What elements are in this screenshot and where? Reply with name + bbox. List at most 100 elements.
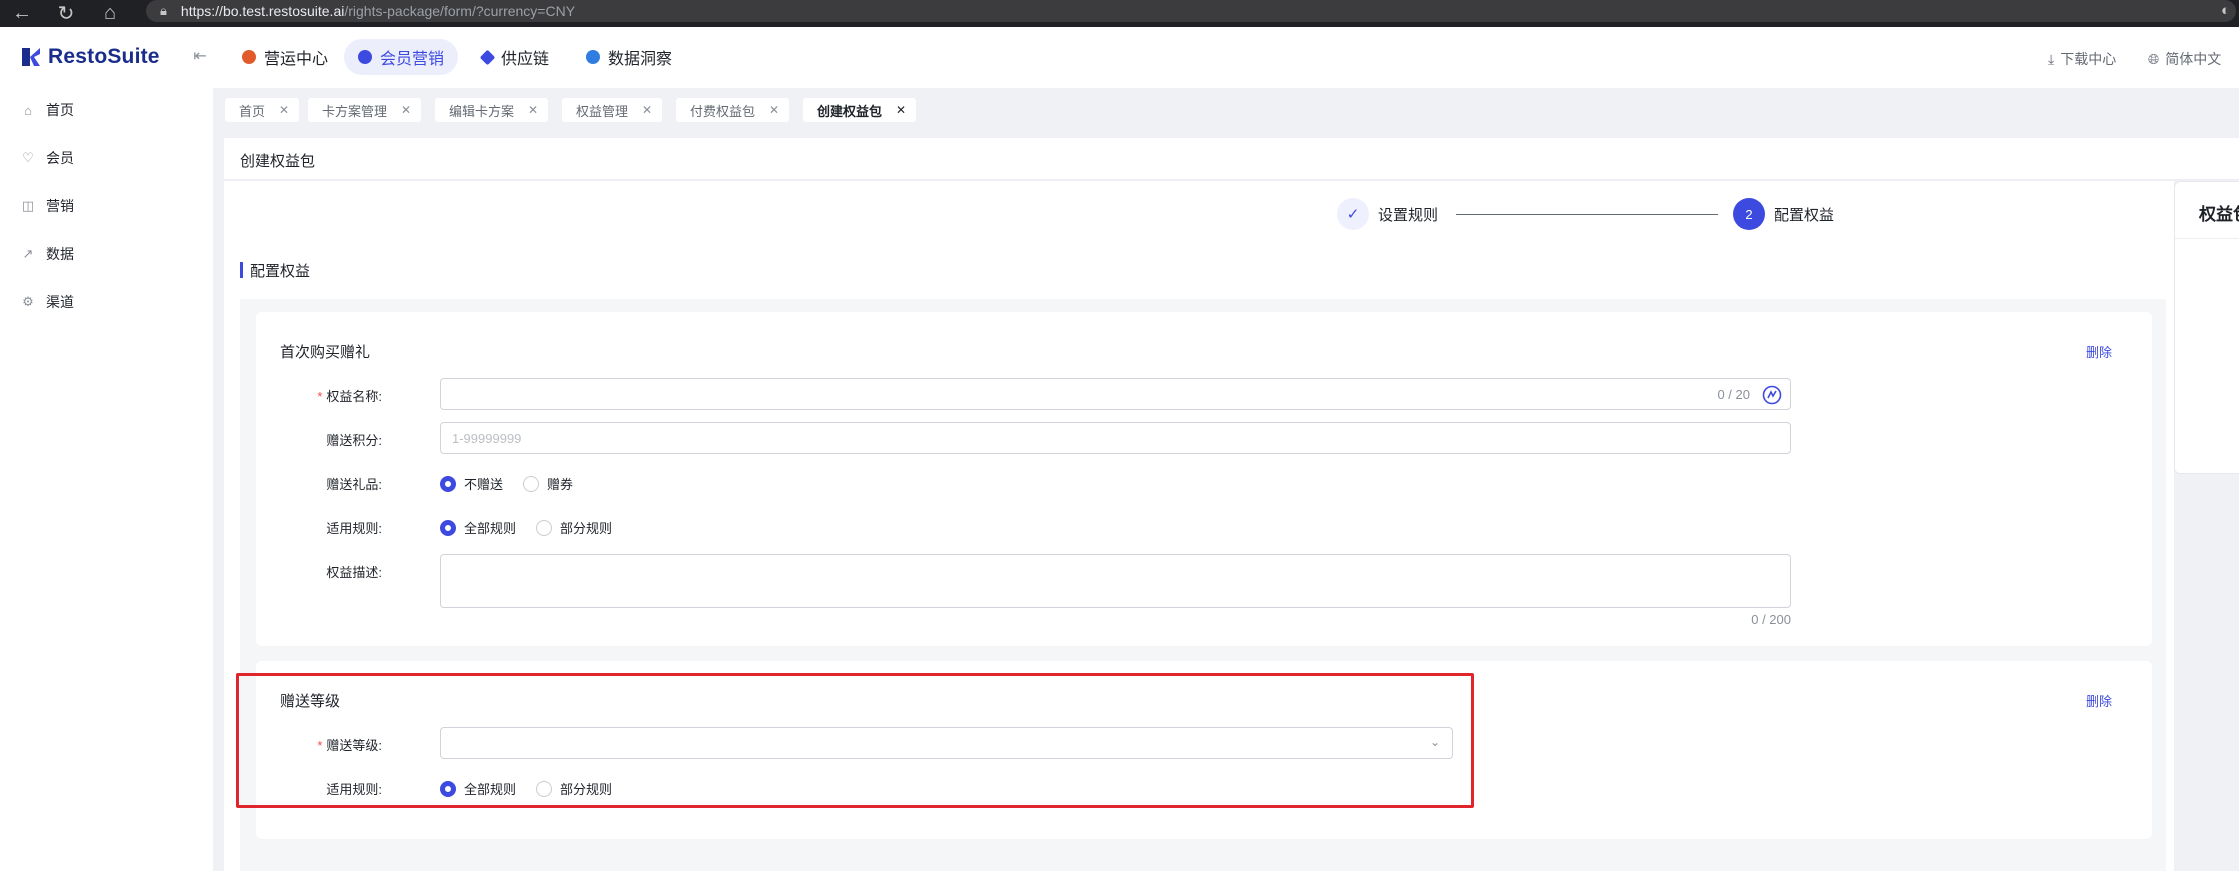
logo[interactable]: RestoSuite — [20, 45, 160, 69]
tab-label: 付费权益包 — [690, 103, 756, 119]
tab-card-plan-management[interactable]: 卡方案管理 ✕ — [308, 98, 422, 122]
sidebar-item-home[interactable]: ⌂ 首页 — [20, 98, 74, 122]
delete-button[interactable]: 删除 — [2086, 691, 2112, 710]
stepper: ✓ 设置规则 2 配置权益 — [1337, 197, 1834, 231]
rule-label: 适用规则: — [326, 782, 382, 797]
chart-icon: ↗ — [22, 246, 34, 261]
rights-name-input[interactable]: 0 / 20 — [440, 378, 1791, 410]
module-member-marketing[interactable]: 会员营销 — [344, 39, 459, 75]
address-bar[interactable]: 🔒︎ https://bo.test.restosuite.ai/rights-… — [146, 0, 2236, 22]
edge-icon[interactable]: ◐ — [2221, 2, 2230, 19]
tab-rights-management[interactable]: 权益管理 ✕ — [562, 98, 663, 122]
radio-unchecked-icon — [536, 780, 553, 797]
radio-unchecked-icon — [536, 519, 553, 536]
data-insight-icon — [586, 50, 600, 64]
main-content: ✓ 设置规则 2 配置权益 配置权益 首次购买赠礼 删除 * 权益名称: 0 / … — [224, 181, 2174, 871]
delete-button[interactable]: 删除 — [2086, 342, 2112, 361]
logo-text: RestoSuite — [48, 45, 160, 68]
rights-card-first-purchase: 首次购买赠礼 删除 * 权益名称: 0 / 20 赠送积分: 1-99999999 — [256, 312, 2152, 646]
sidebar-item-label: 数据 — [46, 246, 74, 262]
module-operations[interactable]: 营运中心 — [228, 39, 342, 75]
sidebar-item-marketing[interactable]: ◫ 营销 — [20, 194, 74, 218]
sidebar-item-label: 首页 — [46, 102, 74, 118]
channel-icon: ⚙︎ — [22, 294, 34, 309]
radio-partial-rules[interactable]: 部分规则 — [536, 518, 612, 537]
tab-edit-card-plan[interactable]: 编辑卡方案 ✕ — [435, 98, 549, 122]
description-textarea[interactable] — [440, 554, 1791, 608]
menu-collapse-icon[interactable]: ⇤ — [191, 48, 209, 66]
check-icon: ✓ — [1337, 198, 1369, 230]
marketing-icon: ◫ — [21, 198, 35, 213]
sidebar-item-label: 营销 — [46, 198, 74, 214]
logo-mark-icon — [22, 48, 40, 66]
module-data-insight[interactable]: 数据洞察 — [572, 39, 686, 75]
download-center-link[interactable]: ⤓ 下载中心 — [2048, 49, 2116, 69]
radio-partial-rules[interactable]: 部分规则 — [536, 779, 612, 798]
form-row-description: 权益描述: 0 / 200 — [256, 554, 2156, 634]
language-switch[interactable]: 🌐︎ 简体中文 — [2148, 49, 2221, 69]
tab-label: 编辑卡方案 — [449, 103, 515, 119]
form-row-points: 赠送积分: 1-99999999 — [256, 422, 2156, 454]
close-icon[interactable]: ✕ — [896, 103, 906, 117]
close-icon[interactable]: ✕ — [279, 103, 289, 117]
radio-all-rules[interactable]: 全部规则 — [440, 518, 516, 537]
panel-title: 权益包 — [2199, 205, 2239, 224]
page-tabs: 首页 ✕ 卡方案管理 ✕ 编辑卡方案 ✕ 权益管理 ✕ 付费权益包 ✕ 创建权益包 ✕ — [213, 88, 2239, 130]
points-input[interactable]: 1-99999999 — [440, 422, 1791, 454]
supply-chain-icon — [479, 49, 496, 65]
top-navigation: RestoSuite ⇤ 营运中心 会员营销 供应链 数据洞察 ⤓ 下载中心 🌐… — [0, 27, 2239, 88]
lock-icon: 🔒︎ — [160, 3, 167, 18]
form-row-gift: 赠送礼品: 不赠送 赠券 — [256, 466, 2156, 498]
back-arrow-icon[interactable]: ← — [0, 0, 44, 27]
card-title: 赠送等级 — [280, 693, 341, 710]
tab-label: 创建权益包 — [817, 103, 883, 119]
step-connector — [1456, 213, 1719, 215]
gift-radio-group: 不赠送 赠券 — [440, 474, 593, 493]
tab-paid-rights-package[interactable]: 付费权益包 ✕ — [676, 98, 790, 122]
close-icon[interactable]: ✕ — [769, 103, 779, 117]
close-icon[interactable]: ✕ — [401, 103, 411, 117]
radio-label: 全部规则 — [464, 521, 517, 536]
app-root: { "browser": { "url_host": "https://bo.t… — [0, 0, 2239, 871]
rights-name-label: * 权益名称: — [317, 386, 382, 405]
radio-no-gift[interactable]: 不赠送 — [440, 474, 503, 493]
home-icon[interactable]: ⌂ — [88, 0, 132, 27]
close-icon[interactable]: ✕ — [528, 103, 538, 117]
tab-create-rights-package[interactable]: 创建权益包 ✕ — [803, 98, 917, 122]
sidebar-item-channel[interactable]: ⚙︎ 渠道 — [20, 290, 74, 314]
ai-assist-icon[interactable] — [1762, 385, 1782, 405]
home-icon: ⌂ — [24, 102, 32, 118]
radio-all-rules[interactable]: 全部规则 — [440, 779, 516, 798]
operations-icon — [242, 50, 256, 64]
rights-config-area: 首次购买赠礼 删除 * 权益名称: 0 / 20 赠送积分: 1-99999999 — [240, 299, 2166, 871]
member-icon: ♡ — [22, 150, 34, 165]
step-2-number: 2 — [1733, 198, 1766, 230]
radio-checked-icon — [440, 519, 456, 536]
reload-icon[interactable]: ↻ — [44, 0, 88, 27]
radio-label: 全部规则 — [464, 782, 517, 797]
language-label: 简体中文 — [2165, 51, 2222, 67]
module-supply-chain[interactable]: 供应链 — [468, 39, 563, 75]
rights-card-gift-level: 赠送等级 删除 * 赠送等级: ⌄ 适用规则: 全部规则 部分规则 — [256, 661, 2152, 839]
sidebar-item-member[interactable]: ♡ 会员 — [20, 146, 74, 170]
close-icon[interactable]: ✕ — [642, 103, 652, 117]
desc-label: 权益描述: — [326, 565, 382, 580]
radio-label: 部分规则 — [560, 782, 613, 797]
sidebar-item-label: 渠道 — [46, 294, 74, 310]
gift-level-select[interactable]: ⌄ — [440, 727, 1453, 759]
radio-checked-icon — [440, 780, 456, 797]
tab-home[interactable]: 首页 ✕ — [225, 98, 300, 122]
gift-label: 赠送礼品: — [326, 477, 382, 492]
step-1-label: 设置规则 — [1378, 206, 1439, 224]
browser-toolbar: ← ↻ ⌂ 🔒︎ https://bo.test.restosuite.ai/r… — [0, 0, 2239, 27]
radio-coupon[interactable]: 赠券 — [523, 474, 573, 493]
tab-label: 首页 — [239, 103, 266, 119]
page-title: 创建权益包 — [240, 153, 316, 170]
radio-checked-icon — [440, 475, 456, 492]
tab-label: 权益管理 — [576, 103, 629, 119]
module-label: 营运中心 — [264, 51, 329, 68]
tab-label: 卡方案管理 — [322, 103, 388, 119]
chevron-down-icon: ⌄ — [1429, 735, 1440, 749]
rights-name-label-text: 权益名称: — [326, 389, 382, 404]
sidebar-item-data[interactable]: ↗ 数据 — [20, 242, 74, 266]
